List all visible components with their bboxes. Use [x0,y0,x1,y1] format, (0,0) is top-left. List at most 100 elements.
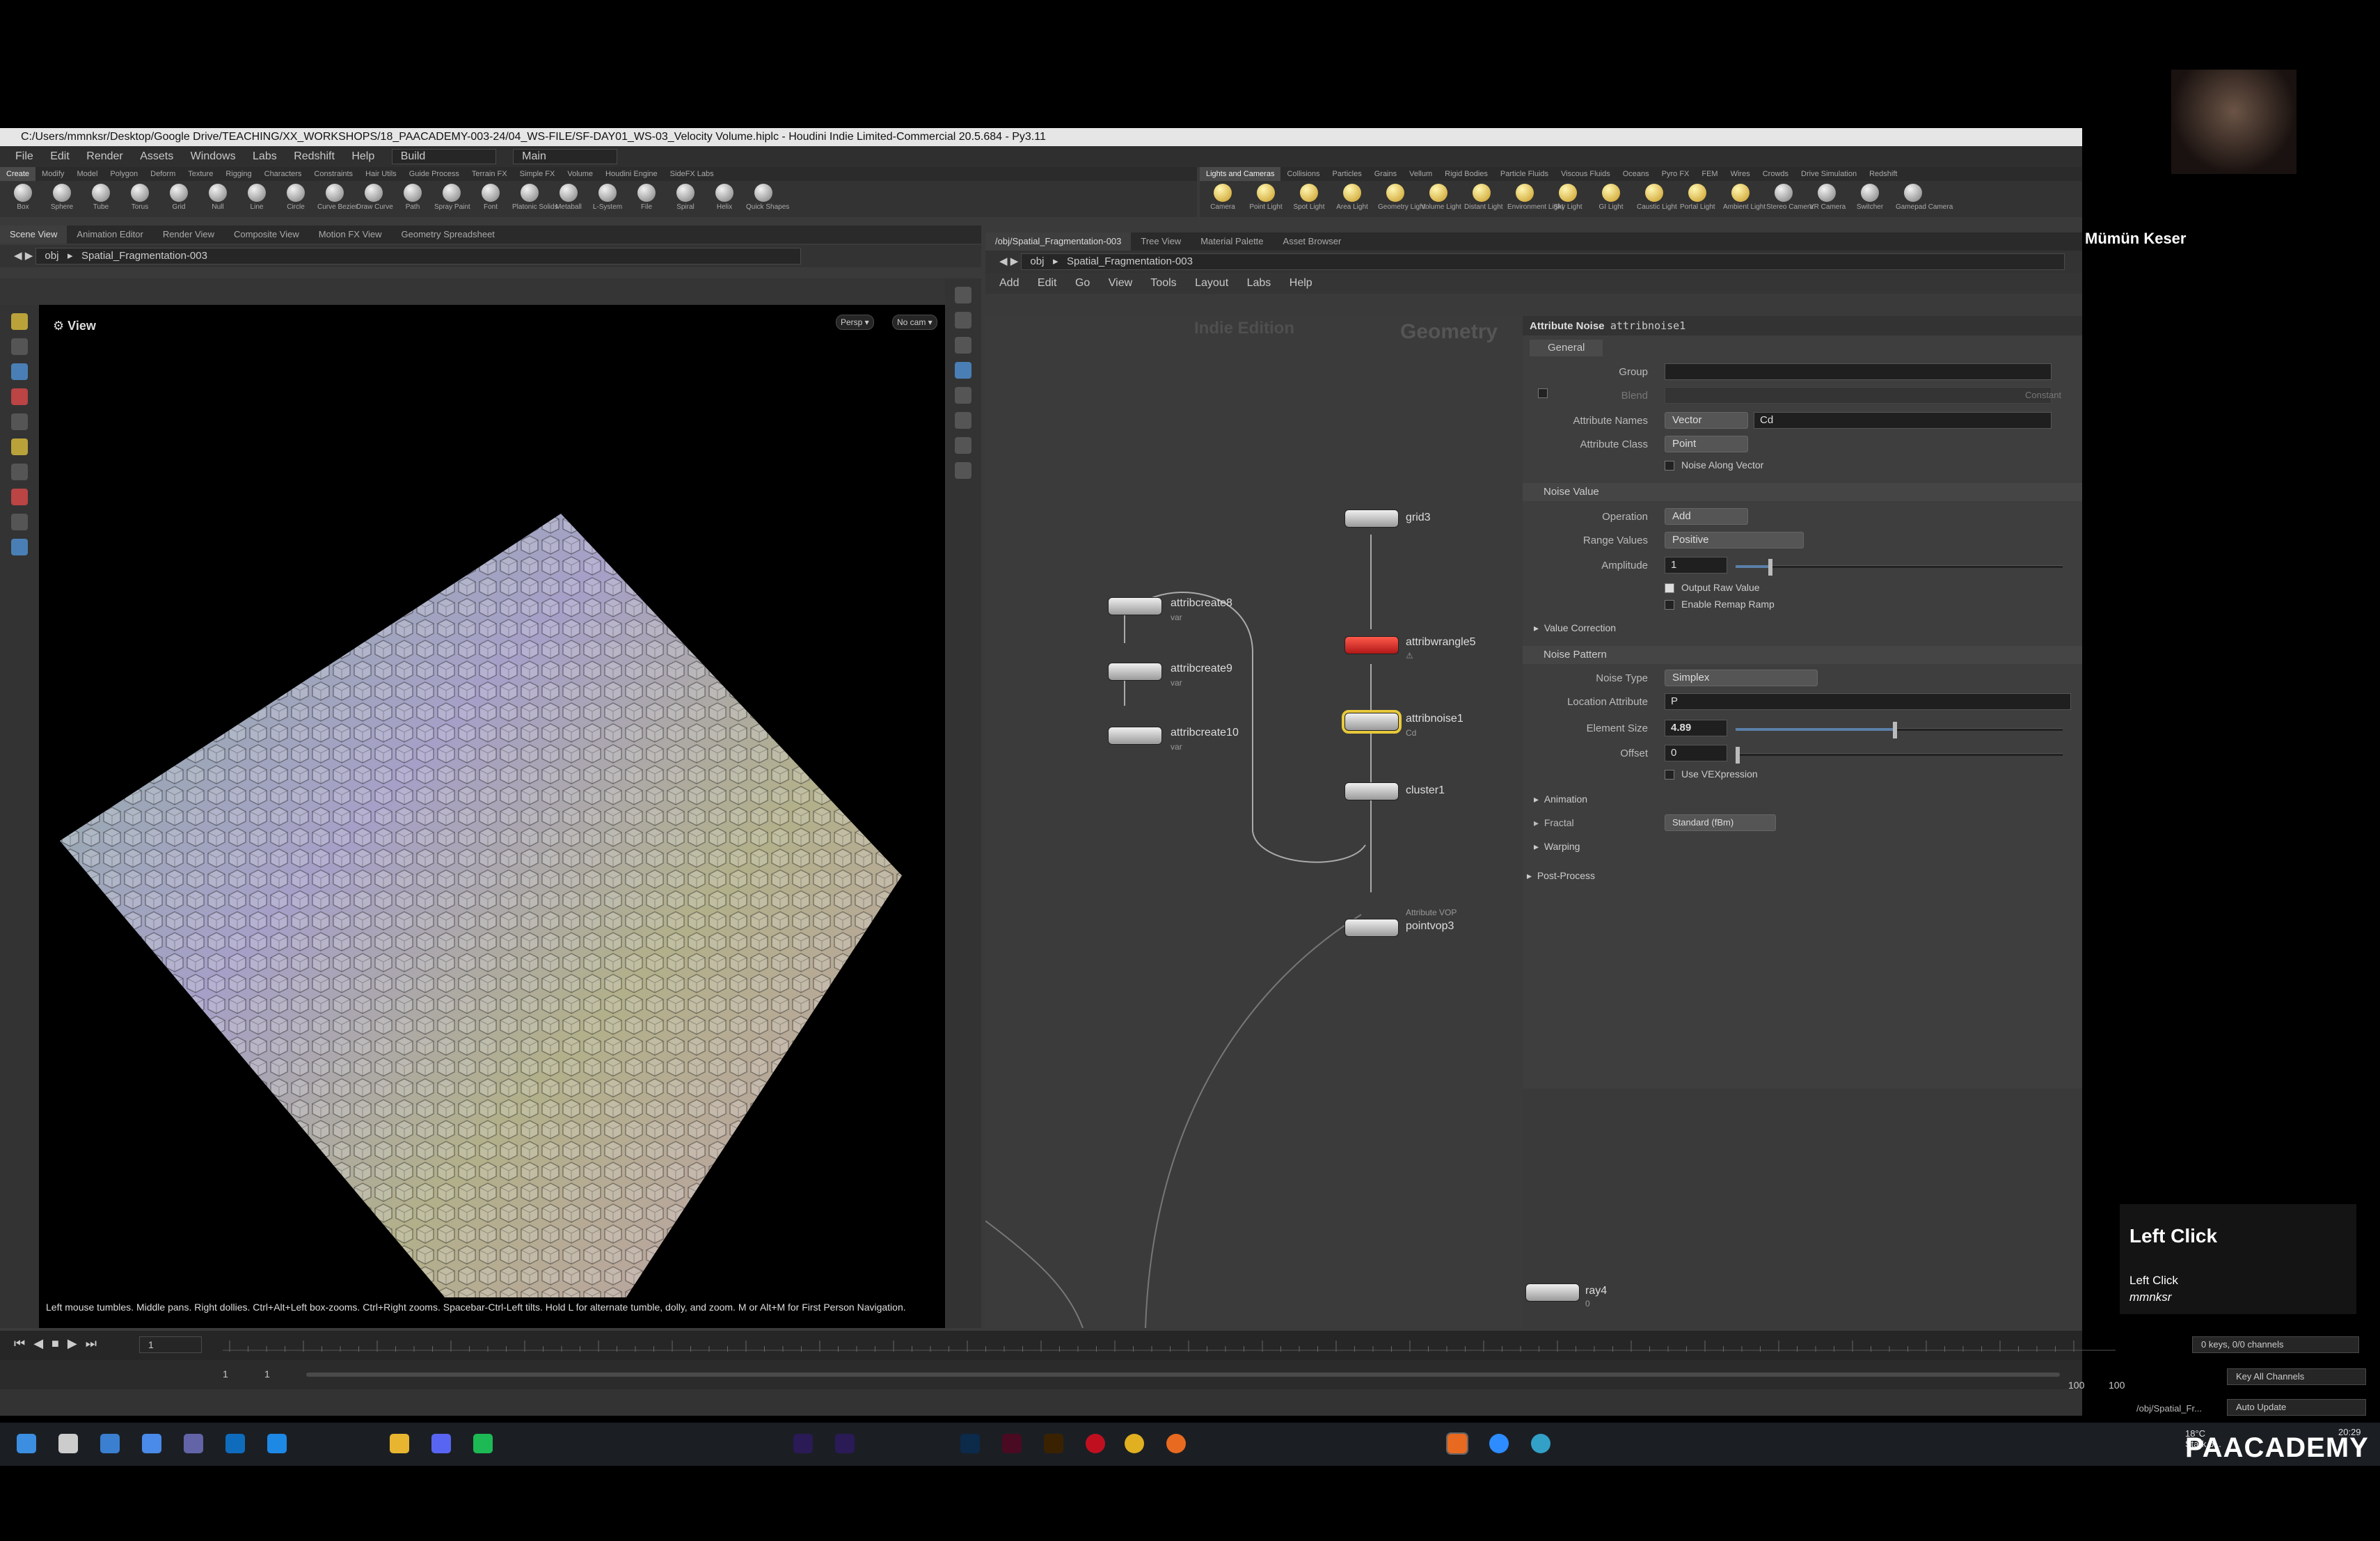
tab-network[interactable]: /obj/Spatial_Fragmentation-003 [985,232,1132,251]
shelf-tab-polygon[interactable]: Polygon [104,167,144,181]
tool-geometry-light[interactable]: Geometry Light [1378,184,1425,211]
shelf-tab-constraints[interactable]: Constraints [308,167,359,181]
element-size-slider[interactable] [1736,722,2063,738]
shelf-tab-lights-cameras[interactable]: Lights and Cameras [1200,167,1281,181]
node-attribnoise1[interactable] [1342,710,1402,734]
auto-update[interactable]: Auto Update [2227,1399,2366,1416]
after-effects-icon[interactable] [793,1434,813,1453]
tool-curve-bezier[interactable]: Curve Bezier [317,184,358,211]
playback-controls[interactable]: ⏮◀■▶⏭ [14,1336,105,1351]
amplitude-slider[interactable] [1736,559,2063,576]
tool-environment-light[interactable]: Environment Light [1507,184,1564,211]
shelf-tab-model[interactable]: Model [70,167,104,181]
handle-icon[interactable] [11,388,28,405]
element-size-field[interactable]: 4.89 [1665,720,1727,736]
tool-camera[interactable]: Camera [1205,184,1240,211]
tool-volume-light[interactable]: Volume Light [1421,184,1461,211]
amplitude-field[interactable]: 1 [1665,557,1727,574]
tool-point-light[interactable]: Point Light [1248,184,1283,211]
group-field[interactable] [1665,363,2052,380]
indesign-icon[interactable] [1002,1434,1022,1453]
tool-switcher[interactable]: Switcher [1853,184,1887,211]
wireframe-icon[interactable] [955,337,971,354]
shelf-tab-create[interactable]: Create [0,167,36,181]
tool-grid[interactable]: Grid [161,184,196,211]
tab-composite-view[interactable]: Composite View [224,226,309,244]
normals-icon[interactable] [955,412,971,429]
spotify-icon[interactable] [473,1434,493,1453]
shelf-tab-volume[interactable]: Volume [561,167,599,181]
range-slider[interactable] [306,1373,2060,1377]
tool-caustic-light[interactable]: Caustic Light [1637,184,1677,211]
range-start2[interactable]: 1 [264,1368,270,1380]
attr-names-type[interactable]: Vector [1665,412,1748,429]
brush-icon[interactable] [11,438,28,455]
node-grid3[interactable] [1344,509,1399,528]
network-editor[interactable]: Indie Edition Geometry grid3 attribwrang… [985,316,1607,1328]
tab-animation-editor[interactable]: Animation Editor [67,226,152,244]
tab-tree-view[interactable]: Tree View [1131,232,1191,251]
fractal-menu[interactable]: Standard (fBm) [1665,814,1776,831]
blend-field[interactable] [1665,387,2052,404]
param-tab-general[interactable]: General [1530,340,1603,356]
use-vex-checkbox[interactable] [1665,770,1674,780]
snap-icon[interactable] [11,464,28,480]
tool-quick-shapes[interactable]: Quick Shapes [746,184,789,211]
net-menu-view[interactable]: View [1109,277,1132,289]
tab-geometry-spreadsheet[interactable]: Geometry Spreadsheet [392,226,505,244]
range-end-field[interactable]: 100 [2068,1380,2084,1391]
range-end2-field[interactable]: 100 [2109,1380,2125,1391]
net-menu-go[interactable]: Go [1075,277,1090,289]
noise-pattern-section[interactable]: Noise Pattern [1523,646,2082,664]
pose-icon[interactable] [11,514,28,530]
shelf-tab-grains[interactable]: Grains [1368,167,1403,181]
tool-sphere[interactable]: Sphere [45,184,79,211]
shelf-tab-collisions[interactable]: Collisions [1280,167,1326,181]
firefox-icon[interactable] [1166,1434,1186,1453]
net-menu-layout[interactable]: Layout [1195,277,1228,289]
main-select[interactable]: Main [513,148,618,164]
tool-ambient-light[interactable]: Ambient Light [1723,184,1766,211]
tool-draw-curve[interactable]: Draw Curve [356,184,393,211]
photos-icon[interactable] [267,1434,287,1453]
tool-vr-camera[interactable]: VR Camera [1809,184,1846,211]
lights-icon[interactable] [955,312,971,329]
right-path-obj[interactable]: obj [1030,255,1044,267]
view-tool-icon[interactable] [11,413,28,430]
tool-tube[interactable]: Tube [84,184,118,211]
premiere-icon[interactable] [835,1434,855,1453]
tool-portal-light[interactable]: Portal Light [1680,184,1715,211]
noise-along-vector-checkbox[interactable] [1665,461,1674,471]
tool-line[interactable]: Line [239,184,274,211]
shelf-tab-particles[interactable]: Particles [1326,167,1368,181]
net-menu-add[interactable]: Add [999,277,1019,289]
tool-gamepad-camera[interactable]: Gamepad Camera [1896,184,1953,211]
offset-field[interactable]: 0 [1665,745,1727,761]
current-frame-field[interactable]: 1 [139,1336,202,1353]
desktop-select[interactable]: Build [391,148,496,164]
range-bar[interactable]: 1 1 100 [0,1360,2082,1389]
node-attribcreate8[interactable] [1108,597,1162,615]
tab-material-palette[interactable]: Material Palette [1191,232,1273,251]
illustrator-icon[interactable] [1044,1434,1063,1453]
range-start[interactable]: 1 [223,1368,228,1380]
post-process-folder[interactable]: ▸ Post-Process [1527,870,1595,882]
shelf-tab-sidefx-labs[interactable]: SideFX Labs [664,167,720,181]
shelf-tab-crowds[interactable]: Crowds [1756,167,1795,181]
tab-asset-browser[interactable]: Asset Browser [1274,232,1351,251]
shading-icon[interactable] [955,362,971,379]
camera-view-icon[interactable] [955,437,971,454]
photoshop-icon[interactable] [960,1434,980,1453]
calendar-icon[interactable] [142,1434,161,1453]
tool-helix[interactable]: Helix [707,184,742,211]
shelf-tab-particle-fluids[interactable]: Particle Fluids [1494,167,1555,181]
shelf-tab-redshift[interactable]: Redshift [1863,167,1903,181]
tool-font[interactable]: Font [473,184,508,211]
node-attribcreate10[interactable] [1108,727,1162,745]
select-tool-icon[interactable] [11,313,28,330]
tab-scene-view[interactable]: Scene View [0,226,68,244]
edge-icon[interactable] [1531,1434,1550,1453]
attr-names-field[interactable]: Cd [1754,412,2052,429]
scene-viewport[interactable]: ⚙ View Persp ▾ No cam ▾ [39,305,945,1297]
shelf-tab-characters[interactable]: Characters [258,167,308,181]
